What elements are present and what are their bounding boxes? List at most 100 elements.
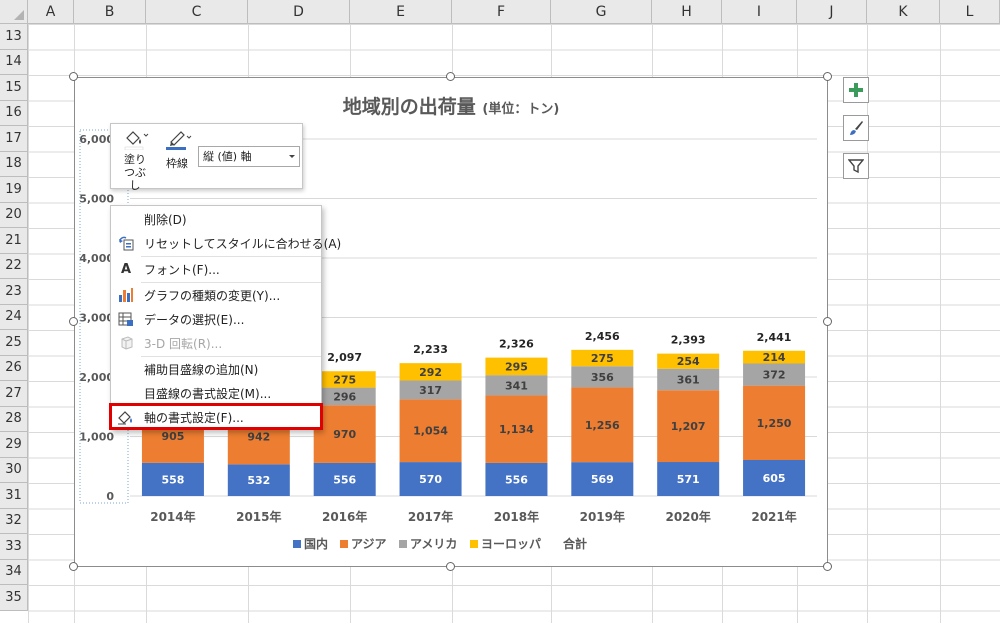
resize-handle-bottom-left[interactable] [69,562,78,571]
chart-element-select-value: 縦 (値) 軸 [203,150,252,163]
row-header-32[interactable]: 32 [0,508,28,534]
resize-handle-top-left[interactable] [69,72,78,81]
column-header-j[interactable]: J [797,0,867,24]
row-header-23[interactable]: 23 [0,279,28,305]
row-header-29[interactable]: 29 [0,432,28,458]
menu-item-font[interactable]: A フォント(F)... [111,257,321,281]
row-header-27[interactable]: 27 [0,381,28,407]
x-tick-label: 2016年 [322,509,367,524]
row-header-25[interactable]: 25 [0,330,28,356]
data-label: 317 [419,384,442,397]
data-label: 341 [505,379,528,392]
chart-filters-button[interactable] [843,153,869,179]
brush-icon [850,121,863,135]
row-header-35[interactable]: 35 [0,585,28,611]
resize-handle-right[interactable] [823,317,832,326]
chart-type-icon [119,288,133,302]
data-label: 361 [677,373,700,386]
data-label: 569 [591,473,614,486]
select-all-corner[interactable] [0,0,28,24]
resize-handle-left[interactable] [69,317,78,326]
column-header-c[interactable]: C [146,0,248,24]
data-label: 1,250 [757,417,792,430]
column-header-a[interactable]: A [28,0,74,24]
legend-swatch [340,540,348,548]
x-tick-label: 2015年 [236,509,281,524]
menu-item-change-chart-type[interactable]: グラフの種類の変更(Y)... [111,283,321,307]
mini-toolbar: 塗りつぶし 枠線 縦 (値) 軸 [110,123,303,192]
outline-button[interactable]: 枠線 [159,128,195,170]
row-header-26[interactable]: 26 [0,355,28,381]
chart-element-select[interactable]: 縦 (値) 軸 [198,146,300,167]
data-label: 556 [505,473,528,486]
legend-entry: 国内 [304,536,328,551]
row-header-17[interactable]: 17 [0,126,28,152]
data-label: 254 [677,355,700,368]
row-header-30[interactable]: 30 [0,457,28,483]
column-gridline [867,24,868,623]
menu-item-format-gridlines[interactable]: 目盛線の書式設定(M)... [111,381,321,405]
row-header-19[interactable]: 19 [0,177,28,203]
legend-swatch [293,540,301,548]
font-icon: A [120,261,132,277]
menu-item-delete[interactable]: 削除(D) [111,207,321,231]
column-header-d[interactable]: D [248,0,350,24]
row-header-21[interactable]: 21 [0,228,28,254]
y-tick-label: 0 [106,490,114,503]
outline-label: 枠線 [166,157,188,170]
data-label: 275 [591,352,614,365]
menu-item-reset-style[interactable]: リセットしてスタイルに合わせる(A) [111,231,341,255]
column-header-k[interactable]: K [867,0,940,24]
row-header-18[interactable]: 18 [0,151,28,177]
data-label: 1,134 [499,423,534,436]
legend-entry: 合計 [563,536,587,551]
column-header-h[interactable]: H [652,0,722,24]
menu-item-3d-rotation[interactable]: 3-D 回転(R)... [111,331,321,355]
data-label: 214 [763,351,786,364]
total-label: 2,441 [757,331,792,344]
x-tick-label: 2017年 [408,509,453,524]
legend-entry: アジア [351,537,387,551]
column-header-f[interactable]: F [452,0,551,24]
column-header-e[interactable]: E [350,0,452,24]
column-header-i[interactable]: I [722,0,797,24]
total-label: 2,097 [327,351,362,364]
menu-item-select-data[interactable]: データの選択(E)... [111,307,321,331]
row-header-28[interactable]: 28 [0,406,28,432]
fill-button[interactable]: 塗りつぶし [117,128,153,192]
data-label: 556 [333,473,356,486]
chart-styles-button[interactable] [843,115,869,141]
row-header-22[interactable]: 22 [0,253,28,279]
menu-item-label: データの選択(E)... [144,312,245,327]
row-header-14[interactable]: 14 [0,49,28,75]
column-header-b[interactable]: B [74,0,146,24]
pen-icon [166,131,192,150]
row-header-33[interactable]: 33 [0,534,28,560]
column-header-l[interactable]: L [940,0,1000,24]
select-data-icon [118,312,133,326]
row-header-31[interactable]: 31 [0,483,28,509]
resize-handle-bottom-right[interactable] [823,562,832,571]
column-header-g[interactable]: G [551,0,652,24]
data-label: 905 [161,430,184,443]
menu-item-label: グラフの種類の変更(Y)... [144,288,281,303]
paint-bucket-icon [124,131,149,151]
row-header-13[interactable]: 13 [0,24,28,50]
context-menu: 削除(D) リセットしてスタイルに合わせる(A) A フォント(F)... グラ… [110,205,341,430]
row-header-15[interactable]: 15 [0,75,28,101]
chart-elements-button[interactable] [843,77,869,103]
resize-handle-bottom[interactable] [446,562,455,571]
chevron-down-icon [289,155,295,158]
y-tick-label: 5,000 [79,193,114,206]
row-header-20[interactable]: 20 [0,202,28,228]
resize-handle-top[interactable] [446,72,455,81]
menu-item-label: フォント(F)... [144,262,220,277]
x-tick-label: 2018年 [494,509,539,524]
row-header-34[interactable]: 34 [0,559,28,585]
data-label: 1,256 [585,419,620,432]
menu-item-add-minor-gridlines[interactable]: 補助目盛線の追加(N) [111,357,321,381]
data-label: 372 [763,369,786,382]
resize-handle-top-right[interactable] [823,72,832,81]
row-header-16[interactable]: 16 [0,100,28,126]
row-header-24[interactable]: 24 [0,304,28,330]
